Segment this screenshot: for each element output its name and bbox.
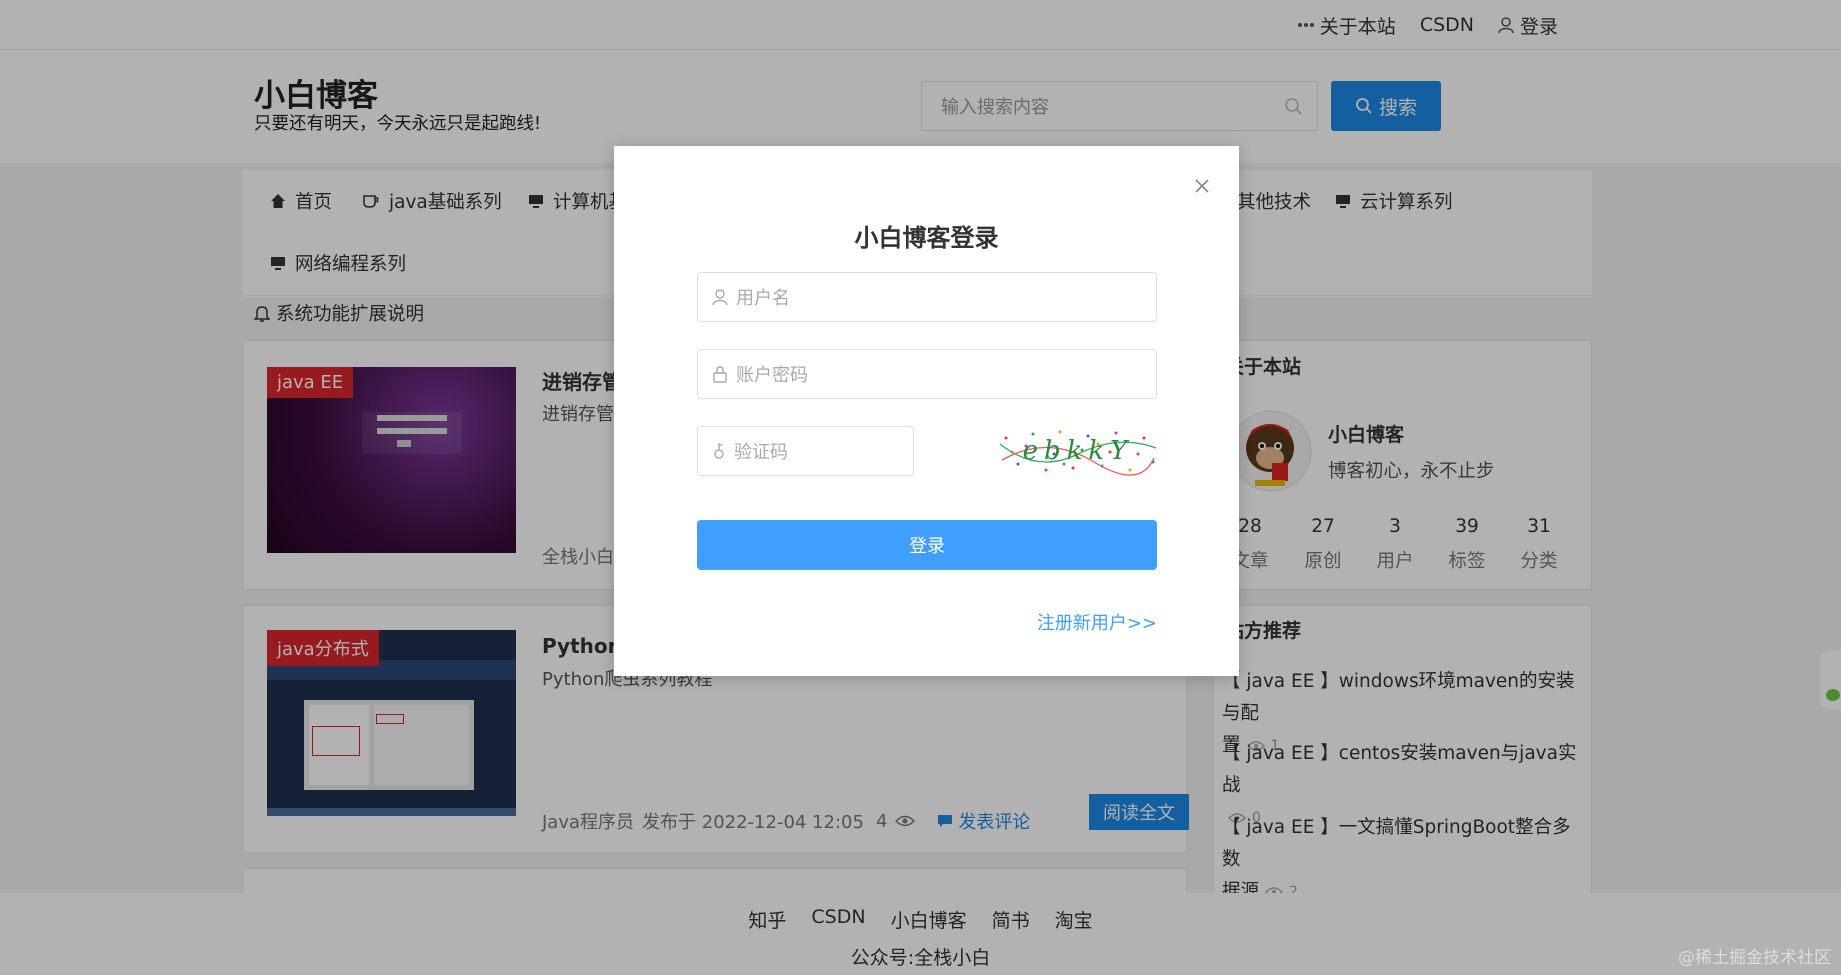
captcha-placeholder: 验证码 <box>734 442 788 463</box>
key-icon <box>712 442 726 460</box>
close-icon[interactable] <box>1194 178 1210 194</box>
captcha-field[interactable]: 验证码 <box>697 426 914 476</box>
captcha-text: ebkkY <box>1022 436 1134 466</box>
password-placeholder: 账户密码 <box>736 365 808 386</box>
register-link[interactable]: 注册新用户>> <box>1037 609 1157 635</box>
username-field[interactable]: 用户名 <box>697 272 1157 322</box>
lock-icon <box>712 365 728 383</box>
watermark: @稀土掘金技术社区 <box>1678 948 1831 968</box>
user-icon <box>712 288 728 306</box>
modal-title: 小白博客登录 <box>854 224 999 252</box>
login-modal: 小白博客登录 用户名 账户密码 验证码 ebkkY 登录 注册新用户>> <box>614 146 1239 676</box>
captcha-image[interactable]: ebkkY <box>998 424 1158 478</box>
login-button[interactable]: 登录 <box>697 520 1157 570</box>
username-placeholder: 用户名 <box>736 288 790 309</box>
password-field[interactable]: 账户密码 <box>697 349 1157 399</box>
